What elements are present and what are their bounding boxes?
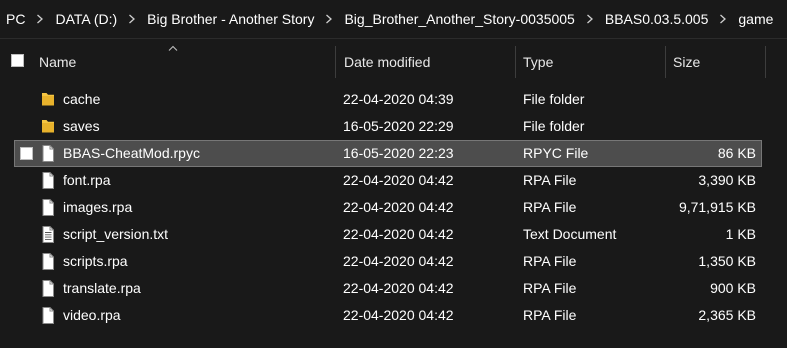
chevron-right-icon[interactable] <box>27 14 53 24</box>
file-date: 22-04-2020 04:42 <box>343 253 454 269</box>
breadcrumb-item-drive[interactable]: DATA (D:) <box>53 11 119 27</box>
column-header-size[interactable]: Size <box>673 44 700 78</box>
column-header-type[interactable]: Type <box>523 44 553 78</box>
file-type: RPA File <box>523 280 577 296</box>
folder-icon <box>40 90 56 109</box>
file-icon <box>40 279 56 298</box>
text-file-icon <box>40 225 56 244</box>
file-size: 900 KB <box>710 280 756 296</box>
column-divider[interactable] <box>665 46 666 78</box>
list-item-selected[interactable]: BBAS-CheatMod.rpyc 16-05-2020 22:23 RPYC… <box>0 140 787 167</box>
select-all-checkbox[interactable] <box>11 54 24 67</box>
file-name: translate.rpa <box>63 280 141 296</box>
column-divider[interactable] <box>515 46 516 78</box>
file-type: File folder <box>523 91 585 107</box>
file-type: RPYC File <box>523 145 589 161</box>
file-type: RPA File <box>523 199 577 215</box>
list-item[interactable]: scripts.rpa 22-04-2020 04:42 RPA File 1,… <box>0 248 787 275</box>
list-item[interactable]: translate.rpa 22-04-2020 04:42 RPA File … <box>0 275 787 302</box>
file-size: 3,390 KB <box>698 172 756 188</box>
breadcrumb-item-version-folder[interactable]: BBAS0.03.5.005 <box>603 11 711 27</box>
list-item[interactable]: script_version.txt 22-04-2020 04:42 Text… <box>0 221 787 248</box>
file-name: scripts.rpa <box>63 253 128 269</box>
file-name: script_version.txt <box>63 226 169 242</box>
file-type: RPA File <box>523 307 577 323</box>
list-item[interactable]: images.rpa 22-04-2020 04:42 RPA File 9,7… <box>0 194 787 221</box>
file-name: BBAS-CheatMod.rpyc <box>63 145 200 161</box>
breadcrumb-item-current[interactable]: game <box>736 11 775 27</box>
list-item[interactable]: font.rpa 22-04-2020 04:42 RPA File 3,390… <box>0 167 787 194</box>
list-item[interactable]: cache 22-04-2020 04:39 File folder <box>0 86 787 113</box>
chevron-right-icon[interactable] <box>577 14 603 24</box>
file-size: 1,350 KB <box>698 253 756 269</box>
file-icon <box>40 171 56 190</box>
file-date: 16-05-2020 22:29 <box>343 118 454 134</box>
file-name: images.rpa <box>63 199 133 215</box>
file-icon <box>40 144 56 163</box>
breadcrumb-item-pc[interactable]: PC <box>0 11 27 27</box>
file-date: 22-04-2020 04:42 <box>343 172 454 188</box>
file-name: video.rpa <box>63 307 121 323</box>
file-explorer: PC DATA (D:) Big Brother - Another Story… <box>0 0 787 348</box>
file-date: 22-04-2020 04:42 <box>343 226 454 242</box>
file-name: font.rpa <box>63 172 111 188</box>
file-type: RPA File <box>523 253 577 269</box>
column-header-date-modified[interactable]: Date modified <box>344 44 430 78</box>
file-icon <box>40 306 56 325</box>
row-checkbox[interactable] <box>20 147 33 160</box>
file-size: 86 KB <box>717 145 756 161</box>
list-item[interactable]: video.rpa 22-04-2020 04:42 RPA File 2,36… <box>0 302 787 329</box>
file-size: 9,71,915 KB <box>678 199 756 215</box>
folder-icon <box>40 117 56 136</box>
column-header-name[interactable]: Name <box>39 44 76 78</box>
file-size: 2,365 KB <box>698 307 756 323</box>
sort-ascending-icon <box>168 45 178 51</box>
breadcrumb: PC DATA (D:) Big Brother - Another Story… <box>0 0 787 39</box>
file-type: Text Document <box>523 226 617 242</box>
file-size: 1 KB <box>725 226 756 242</box>
file-icon <box>40 252 56 271</box>
list-item[interactable]: saves 16-05-2020 22:29 File folder <box>0 113 787 140</box>
file-name: cache <box>63 91 101 107</box>
file-date: 22-04-2020 04:39 <box>343 91 454 107</box>
chevron-right-icon[interactable] <box>119 14 145 24</box>
breadcrumb-item-game-folder[interactable]: Big Brother - Another Story <box>145 11 316 27</box>
file-type: File folder <box>523 118 585 134</box>
file-date: 22-04-2020 04:42 <box>343 307 454 323</box>
chevron-right-icon[interactable] <box>316 14 342 24</box>
file-name: saves <box>63 118 100 134</box>
column-divider[interactable] <box>765 46 766 78</box>
file-date: 16-05-2020 22:23 <box>343 145 454 161</box>
file-date: 22-04-2020 04:42 <box>343 280 454 296</box>
breadcrumb-item-build-folder[interactable]: Big_Brother_Another_Story-0035005 <box>342 11 576 27</box>
file-icon <box>40 198 56 217</box>
file-date: 22-04-2020 04:42 <box>343 199 454 215</box>
file-type: RPA File <box>523 172 577 188</box>
column-header: Name Date modified Type Size <box>0 44 787 78</box>
column-divider[interactable] <box>335 46 336 78</box>
chevron-right-icon[interactable] <box>710 14 736 24</box>
